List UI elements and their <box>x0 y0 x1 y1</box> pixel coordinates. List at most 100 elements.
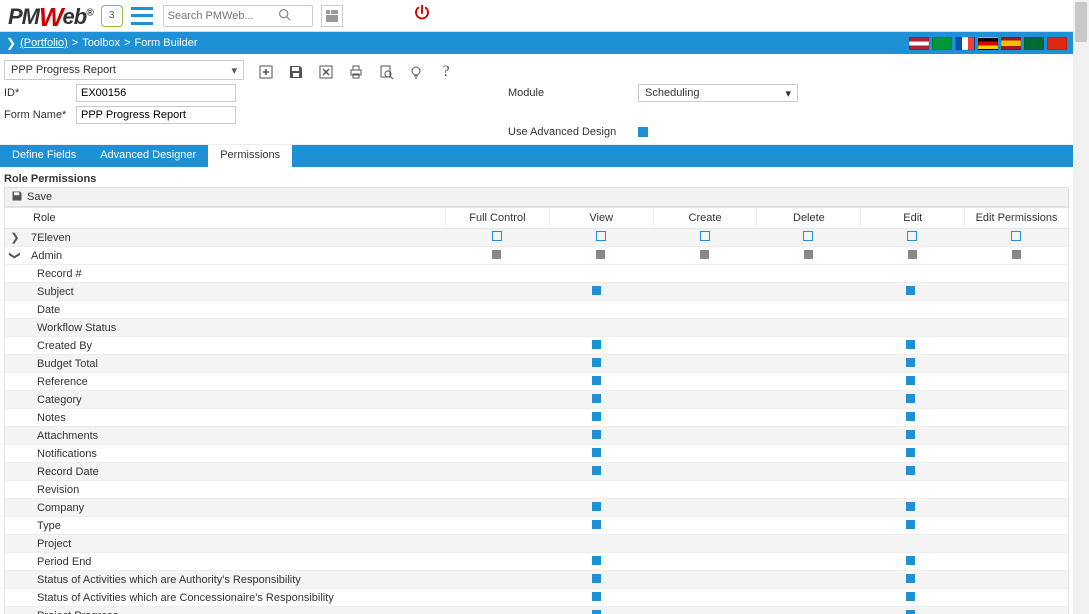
advanced-design-checkbox[interactable] <box>638 127 648 137</box>
field-row: Record # <box>5 265 1068 283</box>
checkbox[interactable] <box>700 231 710 241</box>
checkbox[interactable] <box>906 430 915 439</box>
menu-icon[interactable] <box>131 7 153 25</box>
field-row: Project Progress <box>5 607 1068 614</box>
checkbox[interactable] <box>906 412 915 421</box>
search-input[interactable] <box>168 10 278 22</box>
bulb-icon[interactable] <box>406 62 426 82</box>
checkbox[interactable] <box>803 231 813 241</box>
checkbox[interactable] <box>906 592 915 601</box>
checkbox[interactable] <box>592 610 601 614</box>
breadcrumb-toolbox[interactable]: Toolbox <box>82 37 120 49</box>
checkbox[interactable] <box>906 340 915 349</box>
checkbox[interactable] <box>492 250 501 259</box>
tab-define-fields[interactable]: Define Fields <box>0 145 88 167</box>
flag-br[interactable] <box>932 37 952 50</box>
id-input[interactable] <box>76 84 236 102</box>
checkbox[interactable] <box>592 430 601 439</box>
breadcrumb-back-icon[interactable]: ❯ <box>6 36 16 50</box>
search-box[interactable] <box>163 5 313 27</box>
tab-advanced-designer[interactable]: Advanced Designer <box>88 145 208 167</box>
checkbox[interactable] <box>906 376 915 385</box>
form-select[interactable]: PPP Progress Report ▾ <box>4 60 244 80</box>
apps-icon[interactable] <box>321 5 343 27</box>
checkbox[interactable] <box>592 358 601 367</box>
checkbox[interactable] <box>592 394 601 403</box>
checkbox[interactable] <box>804 250 813 259</box>
checkbox[interactable] <box>592 520 601 529</box>
checkbox[interactable] <box>592 556 601 565</box>
logo-w: W <box>39 2 63 32</box>
flag-sa[interactable] <box>1024 37 1044 50</box>
checkbox[interactable] <box>906 556 915 565</box>
language-flags <box>909 37 1067 50</box>
preview-icon[interactable] <box>376 62 396 82</box>
collapse-icon[interactable]: ❯ <box>9 246 22 266</box>
breadcrumb-formbuilder: Form Builder <box>135 37 198 49</box>
tab-permissions[interactable]: Permissions <box>208 145 292 167</box>
shield-badge[interactable]: 3 <box>101 5 123 27</box>
breadcrumb-portfolio[interactable]: (Portfolio) <box>20 37 68 49</box>
field-label: Project Progress <box>25 610 439 614</box>
flag-cn[interactable] <box>1047 37 1067 50</box>
checkbox[interactable] <box>592 592 601 601</box>
add-icon[interactable] <box>256 62 276 82</box>
help-icon[interactable]: ? <box>436 62 456 82</box>
checkbox[interactable] <box>906 286 915 295</box>
field-row: Notifications <box>5 445 1068 463</box>
field-label: Record Date <box>25 466 439 478</box>
checkbox[interactable] <box>908 250 917 259</box>
checkbox[interactable] <box>492 231 502 241</box>
role-admin[interactable]: Admin <box>25 250 445 262</box>
checkbox[interactable] <box>906 520 915 529</box>
role-7eleven[interactable]: 7Eleven <box>25 232 445 244</box>
delete-icon[interactable] <box>316 62 336 82</box>
checkbox[interactable] <box>592 412 601 421</box>
search-icon[interactable] <box>278 8 291 24</box>
checkbox[interactable] <box>592 376 601 385</box>
checkbox[interactable] <box>1011 231 1021 241</box>
flag-de[interactable] <box>978 37 998 50</box>
flag-es[interactable] <box>1001 37 1021 50</box>
logo: PMWeb® <box>8 0 93 31</box>
checkbox[interactable] <box>596 250 605 259</box>
checkbox[interactable] <box>906 448 915 457</box>
checkbox[interactable] <box>592 286 601 295</box>
field-label: Status of Activities which are Authority… <box>25 574 439 586</box>
field-label: Period End <box>25 556 439 568</box>
breadcrumb: ❯ (Portfolio) > Toolbox > Form Builder <box>0 32 1073 54</box>
scrollbar[interactable] <box>1073 0 1089 614</box>
permissions-table: Role Full Control View Create Delete Edi… <box>4 207 1069 614</box>
flag-us[interactable] <box>909 37 929 50</box>
save-button[interactable]: Save <box>27 191 52 203</box>
checkbox[interactable] <box>592 340 601 349</box>
formname-input[interactable] <box>76 106 236 124</box>
checkbox[interactable] <box>906 358 915 367</box>
checkbox[interactable] <box>596 231 606 241</box>
checkbox[interactable] <box>906 574 915 583</box>
scrollbar-thumb[interactable] <box>1075 2 1087 42</box>
save-icon-small[interactable] <box>11 190 23 205</box>
checkbox[interactable] <box>906 466 915 475</box>
power-icon[interactable] <box>413 4 431 27</box>
expand-icon[interactable]: ❯ <box>5 231 25 244</box>
checkbox[interactable] <box>592 448 601 457</box>
checkbox[interactable] <box>906 610 915 614</box>
checkbox[interactable] <box>592 574 601 583</box>
checkbox[interactable] <box>592 502 601 511</box>
checkbox[interactable] <box>700 250 709 259</box>
field-row: Category <box>5 391 1068 409</box>
checkbox[interactable] <box>1012 250 1021 259</box>
checkbox[interactable] <box>906 394 915 403</box>
module-select[interactable]: Scheduling ▾ <box>638 84 798 102</box>
checkbox[interactable] <box>592 466 601 475</box>
field-label: Status of Activities which are Concessio… <box>25 592 439 604</box>
save-icon[interactable] <box>286 62 306 82</box>
tabs: Define Fields Advanced Designer Permissi… <box>0 145 1073 167</box>
flag-fr[interactable] <box>955 37 975 50</box>
print-icon[interactable] <box>346 62 366 82</box>
field-label: Subject <box>25 286 439 298</box>
checkbox[interactable] <box>906 502 915 511</box>
checkbox[interactable] <box>907 231 917 241</box>
field-label: Category <box>25 394 439 406</box>
